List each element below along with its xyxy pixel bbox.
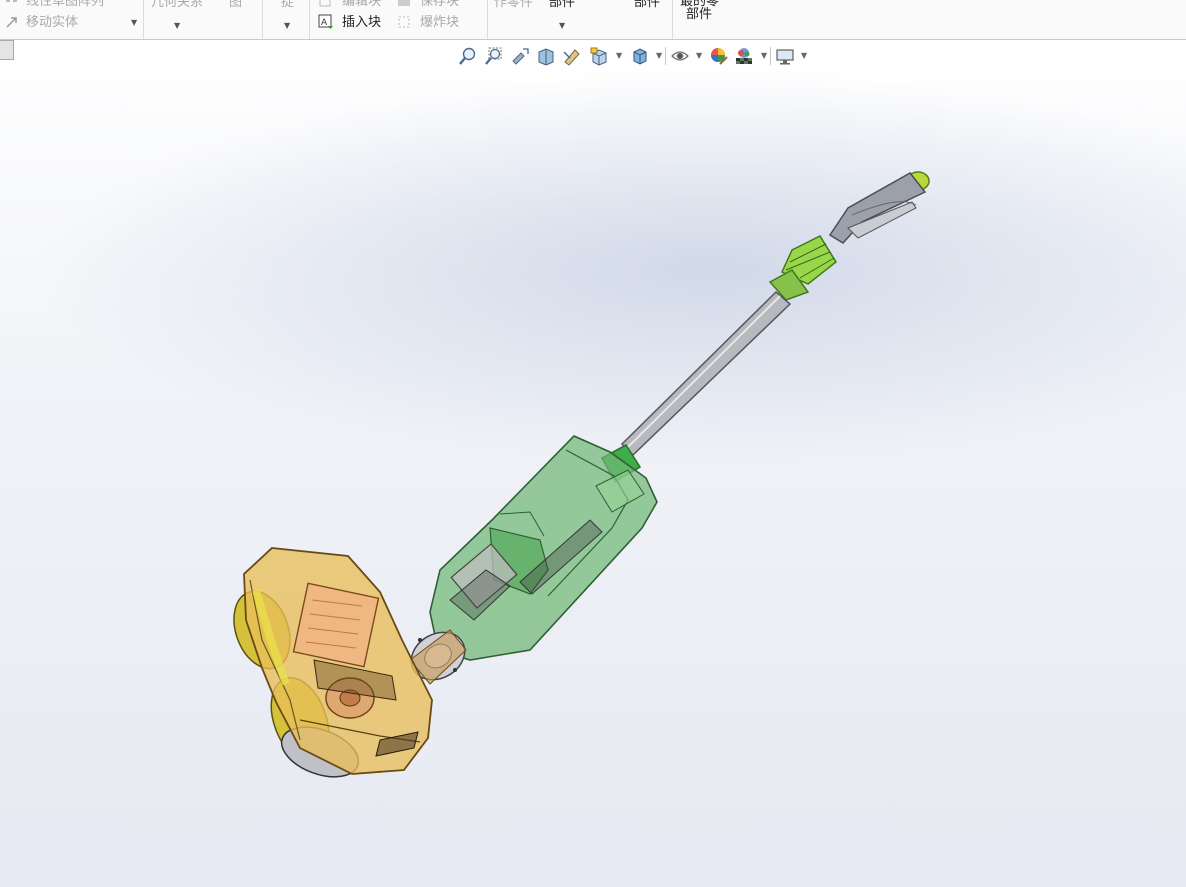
main-body-housing[interactable] [429, 435, 658, 661]
mop-assembly-model[interactable] [0, 0, 1186, 887]
mop-head[interactable] [224, 547, 433, 786]
handle-pole[interactable] [620, 290, 792, 457]
handle-collar[interactable] [768, 235, 837, 301]
handle-grip[interactable] [828, 171, 930, 244]
